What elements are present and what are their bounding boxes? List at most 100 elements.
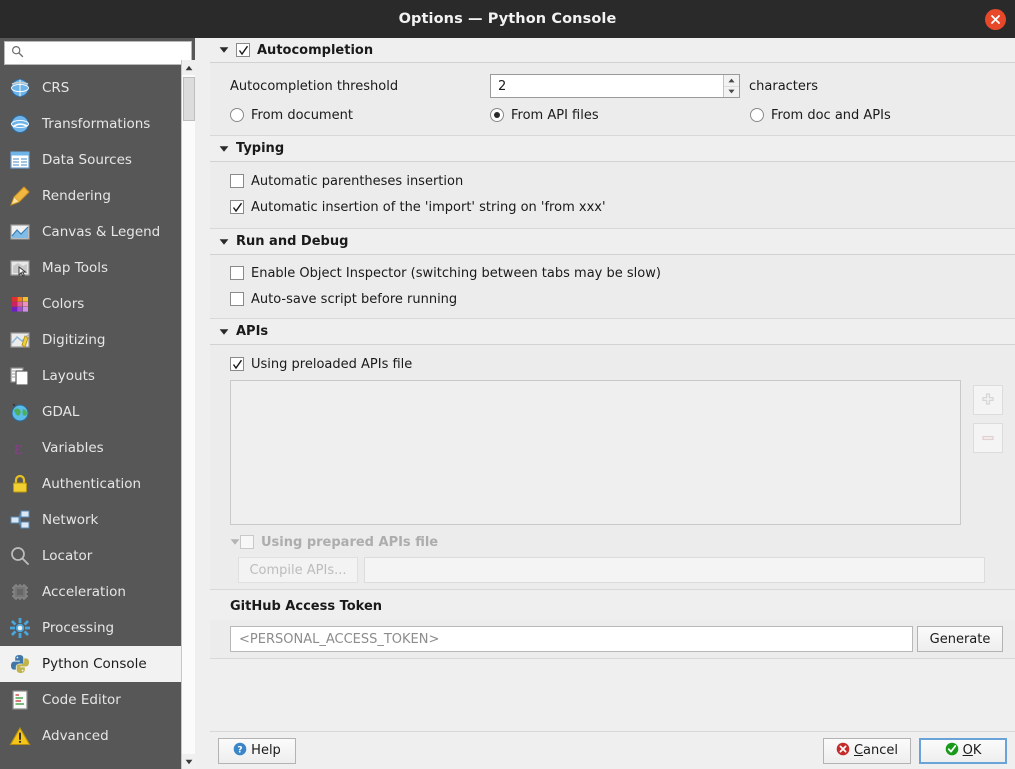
github-token-row: Generate [230,626,1003,652]
sidebar-item-layouts[interactable]: Layouts [0,358,195,394]
remove-api-button[interactable] [973,423,1003,453]
section-header-autocompletion: Autocompletion [210,38,1015,63]
checkbox-indicator[interactable] [240,535,254,549]
network-nodes-icon [8,508,32,532]
sidebar-item-advanced[interactable]: Advanced [0,718,195,754]
sidebar-item-digitizing[interactable]: Digitizing [0,322,195,358]
sidebar-item-data-sources[interactable]: Data Sources [0,142,195,178]
checkbox-auto-save-script[interactable]: Auto-save script before running [230,286,1003,312]
checkbox-using-prepared-apis[interactable]: Using prepared APIs file [230,529,1003,555]
radio-label: From API files [511,107,599,123]
colors-palette-icon [8,292,32,316]
sidebar-item-label: Colors [42,296,85,312]
checkbox-enable-object-inspector[interactable]: Enable Object Inspector (switching betwe… [230,260,1003,286]
search-box[interactable] [4,41,192,65]
compile-apis-button[interactable]: Compile APIs... [238,557,358,583]
search-input[interactable] [28,43,178,63]
sidebar-item-variables[interactable]: ε Variables [0,430,195,466]
spinner-up-icon[interactable] [724,75,739,87]
autocompletion-checkbox[interactable] [236,43,250,57]
prepared-apis-path-input[interactable] [371,561,978,579]
spinner-down-icon[interactable] [724,86,739,97]
radio-indicator[interactable] [490,108,504,122]
add-api-button[interactable] [973,385,1003,415]
sidebar-item-code-editor[interactable]: Code Editor [0,682,195,718]
collapse-triangle-icon[interactable] [218,44,230,56]
checkbox-indicator[interactable] [230,200,244,214]
title-bar: Options — Python Console [0,0,1015,38]
github-token-input[interactable] [237,630,906,648]
sidebar-item-authentication[interactable]: Authentication [0,466,195,502]
checkbox-indicator[interactable] [230,357,244,371]
sidebar-item-processing[interactable]: Processing [0,610,195,646]
checkbox-indicator[interactable] [230,174,244,188]
sidebar-item-acceleration[interactable]: Acceleration [0,574,195,610]
sidebar-item-gdal[interactable]: GDAL [0,394,195,430]
sidebar-item-python-console[interactable]: Python Console [0,646,195,682]
sidebar-item-label: Processing [42,620,115,636]
sidebar-item-label: Advanced [42,728,109,744]
radio-label: From doc and APIs [771,107,891,123]
threshold-label: Autocompletion threshold [230,78,399,94]
sidebar-item-label: Network [42,512,99,528]
radio-label: From document [251,107,353,123]
scrollbar-thumb[interactable] [183,77,195,121]
checkbox-indicator[interactable] [230,292,244,306]
section-header-run-and-debug: Run and Debug [210,229,1015,255]
ok-label: OK [962,743,982,758]
transformations-globe-icon [8,112,32,136]
checkbox-automatic-import-insertion[interactable]: Automatic insertion of the 'import' stri… [230,194,1003,220]
autocompletion-threshold-spinner[interactable] [490,74,740,98]
collapse-triangle-icon[interactable] [218,326,230,338]
sidebar-item-network[interactable]: Network [0,502,195,538]
checkbox-indicator[interactable] [230,266,244,280]
sidebar-item-transformations[interactable]: Transformations [0,106,195,142]
close-icon[interactable] [985,9,1006,30]
section-title: Run and Debug [236,234,349,249]
github-token-field[interactable] [230,626,913,652]
map-tools-cursor-icon [8,256,32,280]
help-icon: ? [233,742,247,760]
crs-globe-icon [8,76,32,100]
help-button[interactable]: ? Help [218,737,296,764]
sidebar-scrollbar[interactable] [181,60,196,769]
prepared-apis-path-field[interactable] [364,557,985,583]
collapse-triangle-icon[interactable] [218,236,230,248]
svg-text:?: ? [238,745,243,755]
github-token-label: GitHub Access Token [230,599,383,614]
ok-button[interactable]: OK [919,737,1007,764]
sidebar-item-colors[interactable]: Colors [0,286,195,322]
radio-from-document[interactable]: From document [230,108,490,123]
sidebar-item-crs[interactable]: CRS [0,70,195,106]
collapse-triangle-icon[interactable] [218,143,230,155]
options-content: Autocompletion Autocompletion threshold [210,38,1015,769]
apis-file-list[interactable] [230,380,961,525]
checkbox-automatic-parentheses[interactable]: Automatic parentheses insertion [230,168,1003,194]
sidebar-item-canvas-legend[interactable]: Canvas & Legend [0,214,195,250]
sidebar-item-locator[interactable]: Locator [0,538,195,574]
radio-indicator[interactable] [750,108,764,122]
sidebar-item-label: Rendering [42,188,111,204]
sidebar-item-map-tools[interactable]: Map Tools [0,250,195,286]
radio-from-doc-and-apis[interactable]: From doc and APIs [750,108,891,123]
generate-token-button[interactable]: Generate [917,626,1003,652]
cancel-button[interactable]: Cancel [823,737,911,764]
rendering-brush-icon [8,184,32,208]
spinner-buttons[interactable] [723,75,739,97]
section-title: APIs [236,324,269,339]
acceleration-chip-icon [8,580,32,604]
cancel-icon [836,742,850,760]
sidebar-item-label: Code Editor [42,692,121,708]
radio-from-api-files[interactable]: From API files [490,108,750,123]
threshold-input[interactable] [496,76,716,96]
section-title: Typing [236,141,285,156]
checkbox-using-preloaded-apis[interactable]: Using preloaded APIs file [230,351,1003,377]
collapse-triangle-icon[interactable] [230,535,240,550]
scroll-up-icon[interactable] [182,60,196,75]
scroll-down-icon[interactable] [182,754,196,769]
sidebar-item-rendering[interactable]: Rendering [0,178,195,214]
checkbox-label: Using prepared APIs file [261,534,439,550]
section-body-typing: Automatic parentheses insertion Automati… [210,162,1015,229]
radio-indicator[interactable] [230,108,244,122]
sidebar-item-label: GDAL [42,404,80,420]
